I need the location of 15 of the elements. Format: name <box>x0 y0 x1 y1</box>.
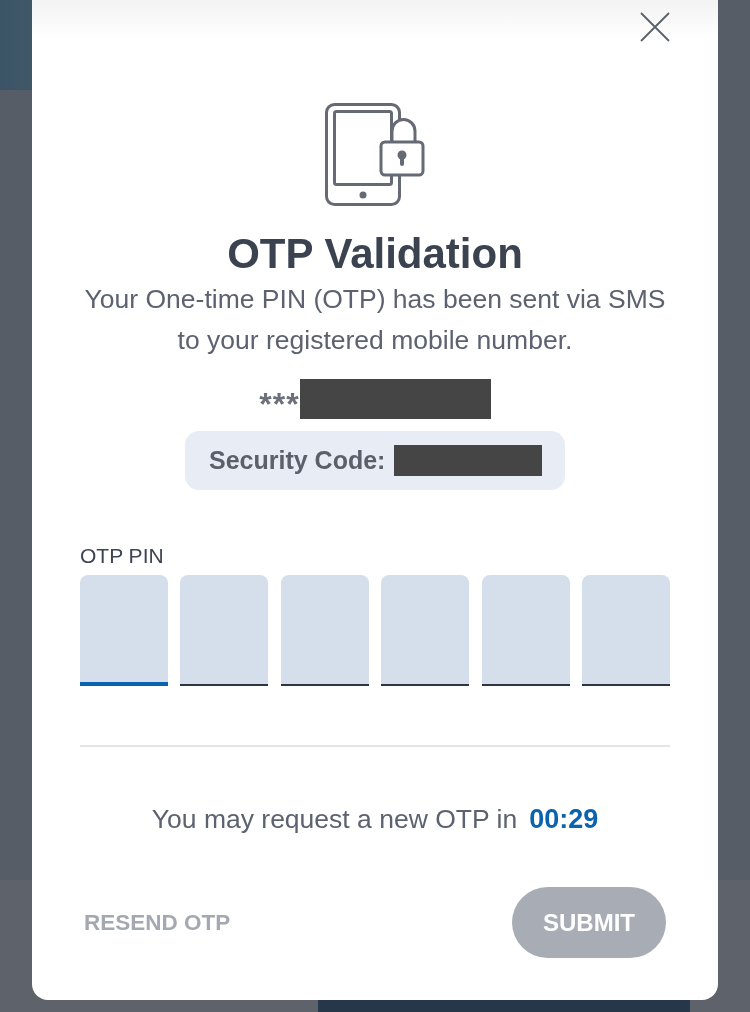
otp-pin-label: OTP PIN <box>80 543 164 569</box>
close-icon[interactable] <box>640 12 670 42</box>
dialog-title: OTP Validation <box>227 229 523 279</box>
countdown-timer: 00:29 <box>529 803 599 836</box>
otp-digit-field[interactable] <box>481 575 570 686</box>
otp-digit-field[interactable] <box>180 575 269 686</box>
otp-digit-field[interactable] <box>280 575 369 686</box>
tablet-lock-icon <box>325 103 425 206</box>
otp-digit-field[interactable] <box>582 575 670 686</box>
dialog-message: Your One-time PIN (OTP) has been sent via SMS to your registered mobile number. <box>83 283 667 357</box>
masked-phone-number: *** <box>259 385 300 419</box>
otp-digit-field[interactable] <box>381 575 470 686</box>
resend-timer-text: You may request a new OTP in <box>151 803 518 836</box>
otp-digit-field[interactable] <box>80 575 168 686</box>
security-code-label: Security Code: <box>209 446 386 475</box>
